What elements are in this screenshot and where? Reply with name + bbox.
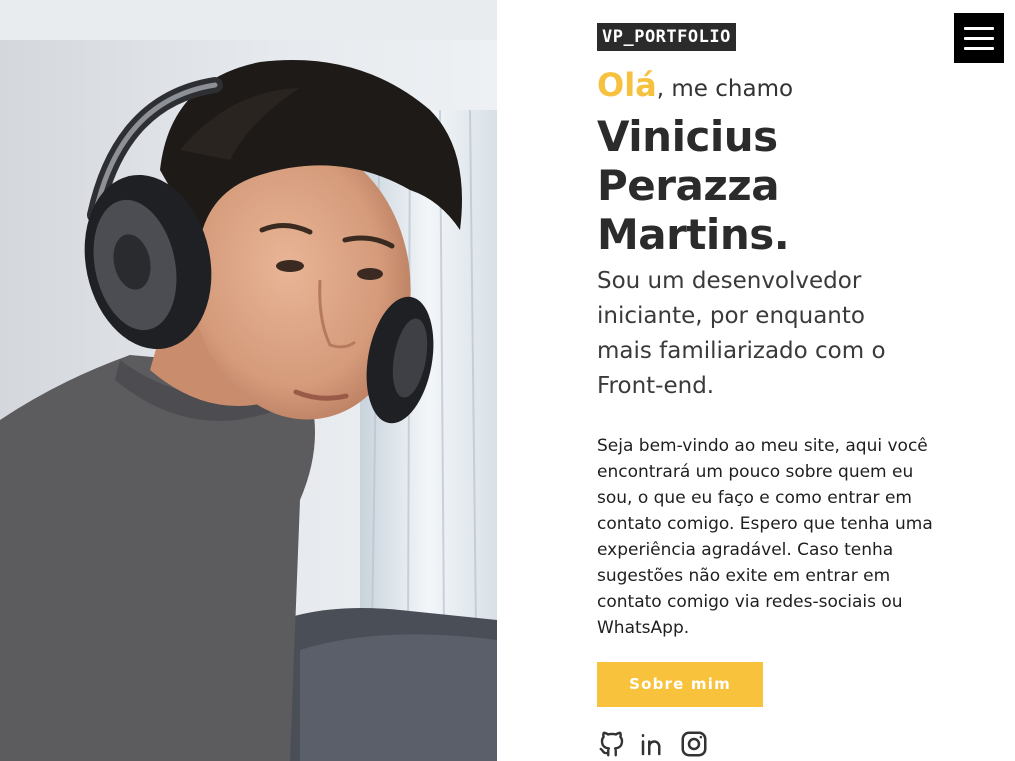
profile-photo-illustration [0,0,497,761]
profile-photo [0,0,497,761]
linkedin-icon [641,734,661,756]
greeting-hello: Olá [597,66,657,104]
owner-name-line1: Vinicius [597,112,778,161]
instagram-icon [681,731,707,757]
greeting: Olá, me chamo [597,68,937,106]
owner-name-line2: Perazza [597,161,780,210]
about-paragraph: Seja bem-vindo ao meu site, aqui você en… [597,436,933,638]
github-link[interactable] [597,729,627,759]
hamburger-menu-icon-bar [964,26,994,30]
hamburger-menu-icon-bar [964,36,994,40]
social-links [597,728,937,760]
intro-text: Sou um desenvolvedor iniciante, por enqu… [597,268,886,399]
owner-name: Vinicius Perazza Martins. [597,112,927,259]
linkedin-link[interactable] [638,729,668,759]
hamburger-menu-icon-bar [964,46,994,50]
brand-logo[interactable]: VP_PORTFOLIO [597,23,736,51]
hamburger-menu-button[interactable] [954,13,1004,63]
about-me-button[interactable]: Sobre mim [597,662,763,707]
owner-name-line3: Martins. [597,210,790,259]
hero-content: VP_PORTFOLIO Olá, me chamo Vinicius Pera… [597,23,937,760]
instagram-link[interactable] [679,729,709,759]
greeting-rest: , me chamo [656,76,794,102]
github-icon [599,731,624,757]
